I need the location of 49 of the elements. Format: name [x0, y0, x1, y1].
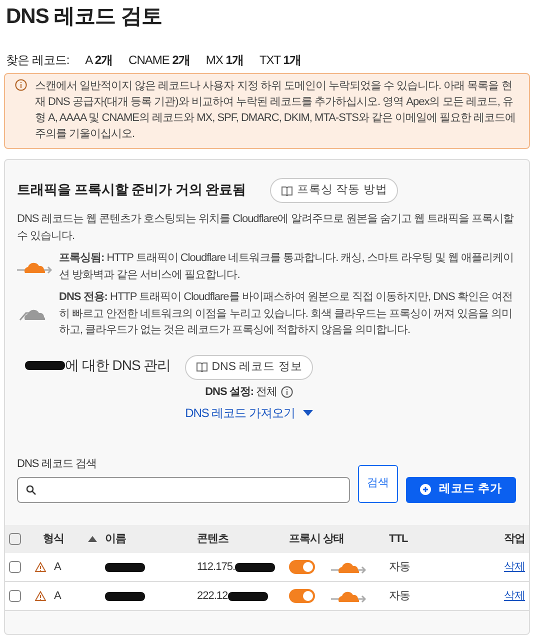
import-link[interactable]: DNS 레코드 가져오기 [185, 404, 314, 422]
info-icon [15, 79, 27, 92]
help-button[interactable]: 프록싱 작동 방법 [270, 178, 398, 204]
alert-text: 스캔에서 일반적이지 않은 레코드나 사용자 지정 하위 도메인이 누락되었을 수 있습니다. 아래 목록을 현재 DNS 공급자(대개 등록 기관)와 비교하여 누락된 레코드를 추가하십시오. 영역 Apex의 모든 레코드, 유형 A, AAAA 및 CNAME의 레코드와 MX, SPF, DMARC, DKIM, MTA-STS와 같은 이메일에 필요한 레코드에 주의를 기울이십시오. [35, 79, 517, 142]
record-count: A 2개 [85, 52, 113, 70]
search-field[interactable] [17, 476, 350, 503]
column-header[interactable]: TTL [389, 530, 408, 548]
zone-title: 에 대한 DNS 관리 [65, 356, 171, 375]
page-title: DNS 레코드 검토 [5, 4, 164, 30]
table-cell-text: A [54, 589, 61, 604]
table-cell-text: 222.12 [197, 589, 228, 604]
column-header[interactable]: 형식 [43, 530, 64, 548]
redaction-mark [228, 592, 268, 601]
table-cell: 자동 [385, 582, 445, 611]
proxy-toggle[interactable] [289, 560, 315, 574]
search-button[interactable]: 검색 [358, 464, 398, 503]
redaction-mark [105, 592, 145, 601]
section-title: 트래픽을 프록시할 준비가 거의 완료됨 [17, 181, 246, 200]
found-label: 찾은 레코드: [6, 52, 70, 70]
dns-setting: DNS 설정: 전체 [205, 384, 278, 400]
redaction-mark [235, 562, 276, 572]
record-count: MX 1개 [206, 52, 244, 70]
info-button[interactable]: DNS 레코드 정보 [184, 354, 314, 380]
mode-description: DNS 전용: HTTP 트래픽이 Cloudflare를 바이패스하여 원본으로 직접 이동하지만, DNS 확인은 여전히 빠르고 안전한 네트워크의 이점을 누리고 있습니다. 회색 클라우드는 프록싱이 꺼져 있음을 의미하고, 클라우드가 없는 것은 레코드가 프록싱에 적합하지 않음을 의미합니다. [59, 290, 514, 338]
proxy-toggle[interactable] [289, 589, 315, 604]
book-icon [196, 362, 208, 372]
record-count: TXT 1개 [259, 52, 301, 70]
search-icon [26, 484, 36, 495]
table-cell-text: 112.175. [197, 560, 236, 576]
redaction-mark [25, 360, 65, 370]
row-checkbox[interactable] [9, 561, 21, 574]
delete-link[interactable]: 삭제 [504, 590, 525, 602]
table-cell: 자동 [385, 553, 445, 582]
column-header[interactable]: 작업 [504, 530, 525, 548]
add-record-button[interactable]: 레코드 추가 [406, 476, 516, 503]
select-all-checkbox[interactable] [9, 533, 21, 546]
plus-circle-icon [420, 484, 431, 496]
redaction-mark [105, 562, 145, 572]
search-label: DNS 레코드 검색 [17, 457, 98, 472]
description-text: DNS 레코드는 웹 콘텐츠가 호스팅되는 위치를 Cloudflare에 알려주므로 원본을 숨기고 웹 트래픽을 프록시할 수 있습니다. [17, 212, 515, 244]
delete-link[interactable]: 삭제 [504, 561, 525, 574]
caret-icon [303, 410, 314, 416]
info-icon [281, 386, 294, 398]
mode-description: 프록싱됨: HTTP 트래픽이 Cloudflare 네트워크를 통과합니다. 캐싱, 스마트 라우팅 및 웹 애플리케이션 방화벽과 같은 서비스에 필요합니다. [59, 251, 515, 283]
record-count: CNAME 2개 [128, 52, 190, 70]
table-cell-text: A [54, 560, 61, 576]
column-header[interactable]: 이름 [105, 530, 126, 548]
row-checkbox[interactable] [9, 590, 21, 602]
book-icon [281, 186, 294, 196]
